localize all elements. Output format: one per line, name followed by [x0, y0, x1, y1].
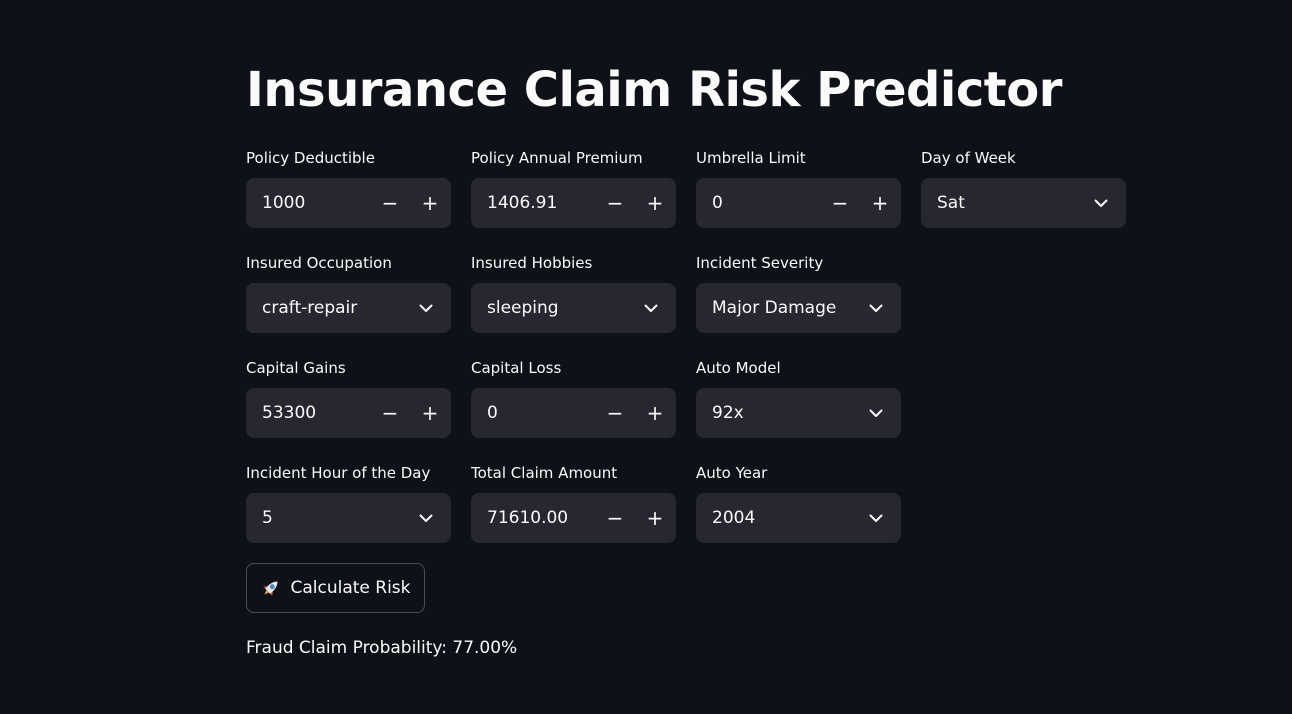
calculate-risk-button[interactable]: Calculate Risk: [246, 563, 425, 613]
policy-annual-premium-value[interactable]: 1406.91: [471, 193, 595, 213]
total-claim-amount-increment-button[interactable]: +: [635, 493, 675, 543]
auto-model-field: Auto Model 92x: [696, 358, 901, 438]
incident-hour-field: Incident Hour of the Day 5: [246, 463, 451, 543]
day-of-week-selected-value[interactable]: Sat: [921, 193, 1076, 213]
insured-hobbies-field: Insured Hobbies sleeping: [471, 253, 676, 333]
incident-severity-select[interactable]: Major Damage: [696, 283, 901, 333]
capital-loss-field: Capital Loss 0 − +: [471, 358, 676, 438]
chevron-down-icon[interactable]: [401, 493, 451, 543]
chevron-down-icon[interactable]: [851, 493, 901, 543]
total-claim-amount-value[interactable]: 71610.00: [471, 508, 595, 528]
page-title: Insurance Claim Risk Predictor: [246, 62, 1062, 118]
insured-hobbies-select[interactable]: sleeping: [471, 283, 676, 333]
auto-year-field: Auto Year 2004: [696, 463, 901, 543]
incident-hour-label: Incident Hour of the Day: [246, 464, 431, 482]
capital-loss-number-input[interactable]: 0 − +: [471, 388, 676, 438]
umbrella-limit-value[interactable]: 0: [696, 193, 820, 213]
capital-gains-field: Capital Gains 53300 − +: [246, 358, 451, 438]
capital-gains-label: Capital Gains: [246, 359, 346, 377]
policy-deductible-decrement-button[interactable]: −: [370, 178, 410, 228]
capital-gains-decrement-button[interactable]: −: [370, 388, 410, 438]
total-claim-amount-decrement-button[interactable]: −: [595, 493, 635, 543]
rocket-icon: [260, 577, 282, 599]
policy-deductible-field: Policy Deductible 1000 − +: [246, 148, 451, 228]
umbrella-limit-field: Umbrella Limit 0 − +: [696, 148, 901, 228]
capital-gains-value[interactable]: 53300: [246, 403, 370, 423]
incident-severity-label: Incident Severity: [696, 254, 824, 272]
policy-annual-premium-field: Policy Annual Premium 1406.91 − +: [471, 148, 676, 228]
insured-hobbies-label: Insured Hobbies: [471, 254, 593, 272]
insured-occupation-select[interactable]: craft-repair: [246, 283, 451, 333]
auto-model-label: Auto Model: [696, 359, 781, 377]
incident-severity-selected-value[interactable]: Major Damage: [696, 298, 851, 318]
capital-loss-increment-button[interactable]: +: [635, 388, 675, 438]
chevron-down-icon[interactable]: [401, 283, 451, 333]
umbrella-limit-number-input[interactable]: 0 − +: [696, 178, 901, 228]
chevron-down-icon[interactable]: [1076, 178, 1126, 228]
day-of-week-label: Day of Week: [921, 149, 1016, 167]
insured-occupation-selected-value[interactable]: craft-repair: [246, 298, 401, 318]
auto-year-label: Auto Year: [696, 464, 768, 482]
incident-severity-field: Incident Severity Major Damage: [696, 253, 901, 333]
policy-annual-premium-label: Policy Annual Premium: [471, 149, 643, 167]
insured-occupation-label: Insured Occupation: [246, 254, 392, 272]
chevron-down-icon[interactable]: [851, 388, 901, 438]
capital-loss-decrement-button[interactable]: −: [595, 388, 635, 438]
chevron-down-icon[interactable]: [626, 283, 676, 333]
capital-gains-increment-button[interactable]: +: [410, 388, 450, 438]
umbrella-limit-label: Umbrella Limit: [696, 149, 806, 167]
insured-hobbies-selected-value[interactable]: sleeping: [471, 298, 626, 318]
policy-annual-premium-decrement-button[interactable]: −: [595, 178, 635, 228]
capital-loss-label: Capital Loss: [471, 359, 562, 377]
incident-hour-selected-value[interactable]: 5: [246, 508, 401, 528]
day-of-week-select[interactable]: Sat: [921, 178, 1126, 228]
policy-deductible-number-input[interactable]: 1000 − +: [246, 178, 451, 228]
policy-deductible-value[interactable]: 1000: [246, 193, 370, 213]
calculate-risk-label: Calculate Risk: [290, 578, 411, 598]
fraud-probability-result: Fraud Claim Probability: 77.00%: [246, 638, 518, 658]
capital-loss-value[interactable]: 0: [471, 403, 595, 423]
policy-annual-premium-increment-button[interactable]: +: [635, 178, 675, 228]
day-of-week-field: Day of Week Sat: [921, 148, 1126, 228]
total-claim-amount-number-input[interactable]: 71610.00 − +: [471, 493, 676, 543]
auto-year-select[interactable]: 2004: [696, 493, 901, 543]
app-page: Insurance Claim Risk Predictor Policy De…: [0, 0, 1292, 714]
chevron-down-icon[interactable]: [851, 283, 901, 333]
capital-gains-number-input[interactable]: 53300 − +: [246, 388, 451, 438]
auto-model-select[interactable]: 92x: [696, 388, 901, 438]
umbrella-limit-decrement-button[interactable]: −: [820, 178, 860, 228]
insured-occupation-field: Insured Occupation craft-repair: [246, 253, 451, 333]
policy-annual-premium-number-input[interactable]: 1406.91 − +: [471, 178, 676, 228]
auto-model-selected-value[interactable]: 92x: [696, 403, 851, 423]
policy-deductible-label: Policy Deductible: [246, 149, 375, 167]
incident-hour-select[interactable]: 5: [246, 493, 451, 543]
auto-year-selected-value[interactable]: 2004: [696, 508, 851, 528]
total-claim-amount-label: Total Claim Amount: [471, 464, 618, 482]
total-claim-amount-field: Total Claim Amount 71610.00 − +: [471, 463, 676, 543]
umbrella-limit-increment-button[interactable]: +: [860, 178, 900, 228]
policy-deductible-increment-button[interactable]: +: [410, 178, 450, 228]
